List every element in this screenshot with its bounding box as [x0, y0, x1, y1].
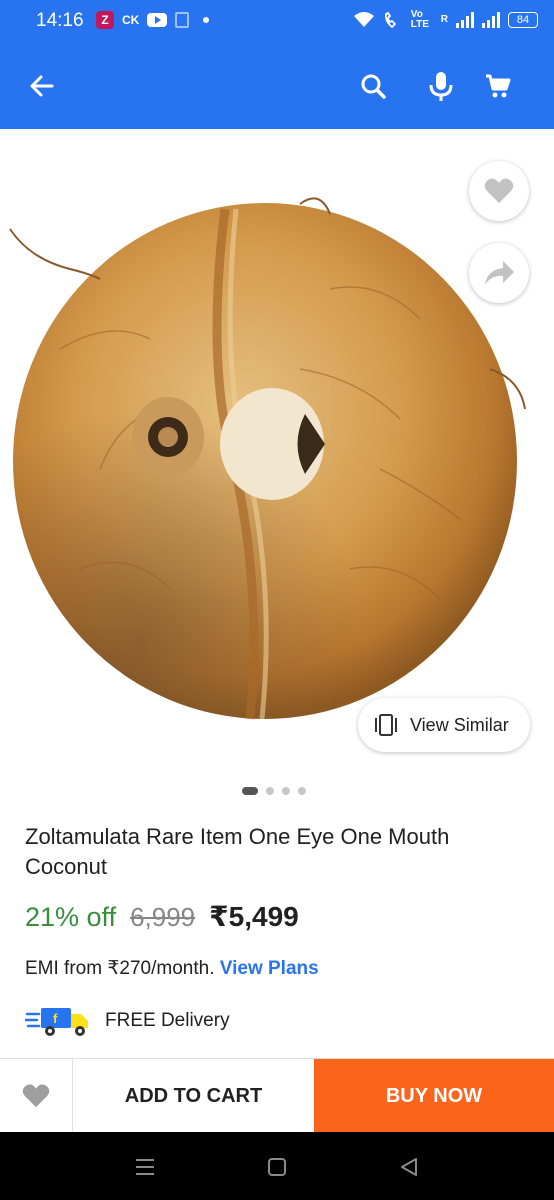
- back-triangle-icon: [401, 1158, 417, 1176]
- more-notifications-icon: [203, 17, 210, 23]
- buy-now-button[interactable]: BUY NOW: [314, 1059, 554, 1133]
- view-similar-button[interactable]: View Similar: [358, 698, 530, 752]
- carousel-dot-active[interactable]: [242, 787, 258, 795]
- menu-icon: [136, 1159, 154, 1175]
- voice-search-button[interactable]: [419, 64, 463, 108]
- emi-text: EMI from ₹270/month.: [25, 958, 215, 979]
- coconut-image: [9, 197, 526, 720]
- zomato-app-icon: Z: [96, 11, 114, 29]
- battery-icon: 84: [508, 12, 538, 28]
- volte-icon: Vo LTE: [410, 9, 429, 30]
- product-title: Zoltamulata Rare Item One Eye One Mouth …: [25, 824, 450, 879]
- wifi-icon: [353, 12, 374, 27]
- home-button[interactable]: [262, 1152, 292, 1182]
- recent-apps-button[interactable]: [130, 1152, 160, 1182]
- system-nav-bar: [0, 1132, 554, 1200]
- image-carousel-dots: [242, 787, 306, 795]
- view-similar-icon: [375, 714, 397, 736]
- back-nav-button[interactable]: [394, 1152, 424, 1182]
- original-price: 6,999: [130, 902, 196, 932]
- action-bar: ADD TO CART BUY NOW: [0, 1058, 554, 1133]
- delivery-text: FREE Delivery: [105, 1010, 230, 1031]
- product-image[interactable]: [0, 169, 554, 749]
- product-image-gallery[interactable]: [0, 129, 554, 769]
- youtube-icon: [147, 13, 168, 27]
- signal-strength-icon-2: [482, 12, 500, 28]
- home-square-icon: [268, 1158, 286, 1176]
- delivery-truck-icon: f: [25, 1008, 88, 1036]
- wishlist-button[interactable]: [469, 161, 529, 221]
- notification-icons: Z CK: [96, 11, 210, 29]
- add-to-cart-button[interactable]: ADD TO CART: [73, 1059, 314, 1133]
- selling-price: ₹5,499: [209, 901, 299, 932]
- search-button[interactable]: [351, 64, 395, 108]
- status-time: 14:16: [36, 10, 84, 31]
- view-plans-link[interactable]: View Plans: [220, 958, 319, 979]
- emi-info: EMI from ₹270/month. View Plans: [25, 957, 319, 980]
- bottom-wishlist-button[interactable]: [0, 1059, 73, 1133]
- app-header: [0, 44, 554, 129]
- share-button[interactable]: [469, 243, 529, 303]
- back-button[interactable]: [20, 64, 64, 108]
- roaming-indicator: R: [440, 14, 448, 25]
- heart-icon: [484, 178, 514, 203]
- price-row: 21% off 6,999 ₹5,499: [25, 900, 299, 933]
- svg-text:f: f: [53, 1011, 58, 1026]
- search-icon: [361, 74, 386, 99]
- cart-button[interactable]: [476, 64, 520, 108]
- share-icon: [485, 261, 514, 285]
- discount-percent: 21% off: [25, 902, 117, 932]
- arrow-left-icon: [30, 75, 54, 97]
- gallery-icon: [175, 12, 190, 28]
- wifi-calling-icon: [384, 11, 397, 29]
- cart-icon: [486, 74, 511, 98]
- heart-icon: [22, 1084, 50, 1108]
- microphone-icon: [429, 72, 453, 101]
- carousel-dot[interactable]: [298, 787, 306, 795]
- carousel-dot[interactable]: [282, 787, 290, 795]
- delivery-info: f FREE Delivery: [25, 1004, 230, 1038]
- view-similar-label: View Similar: [410, 714, 509, 735]
- signal-strength-icon: [456, 12, 474, 28]
- ck-app-icon: CK: [122, 13, 140, 27]
- status-bar: 14:16 Z CK Vo LTE R 84: [0, 0, 554, 44]
- system-icons: Vo LTE R 84: [353, 10, 538, 30]
- carousel-dot[interactable]: [266, 787, 274, 795]
